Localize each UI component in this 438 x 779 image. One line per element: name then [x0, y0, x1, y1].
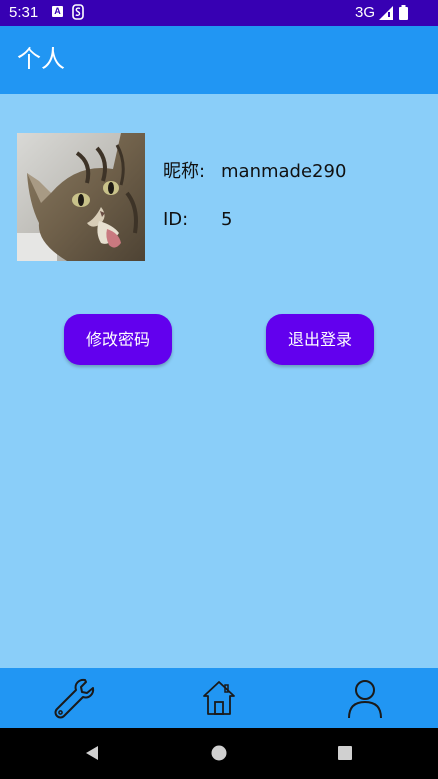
- wrench-icon: [54, 678, 95, 719]
- network-type: 3G: [355, 4, 376, 21]
- bottom-navigation: [0, 668, 438, 728]
- status-time: 5:31: [9, 4, 39, 21]
- signal-icon: [379, 6, 393, 20]
- app-bar: 个人: [0, 26, 438, 94]
- nickname-value: manmade290: [221, 161, 347, 182]
- change-password-button[interactable]: 修改密码: [64, 314, 172, 365]
- nav-tools[interactable]: [49, 676, 97, 720]
- system-home-icon[interactable]: [208, 742, 230, 764]
- back-icon[interactable]: [81, 742, 103, 764]
- nav-home[interactable]: [195, 676, 243, 720]
- nickname-label: 昵称:: [163, 161, 206, 182]
- notification-a-icon: A: [52, 6, 63, 17]
- battery-icon: [399, 5, 408, 20]
- id-label: ID:: [163, 209, 189, 230]
- home-icon: [203, 681, 235, 715]
- system-navigation-bar: [0, 728, 438, 779]
- recent-apps-icon[interactable]: [334, 742, 356, 764]
- avatar[interactable]: [17, 133, 145, 261]
- avatar-cat-image: [17, 133, 145, 261]
- logout-button[interactable]: 退出登录: [266, 314, 374, 365]
- status-bar: 5:31 A 3G: [0, 0, 438, 26]
- profile-screen: 5:31 A 3G 个人 昵称: manmade290 ID: 5 修改密码 退…: [0, 0, 438, 779]
- notification-s-icon: [72, 4, 84, 20]
- person-icon: [348, 680, 382, 719]
- id-value: 5: [221, 209, 233, 230]
- page-title: 个人: [17, 45, 65, 73]
- nav-profile[interactable]: [341, 676, 389, 720]
